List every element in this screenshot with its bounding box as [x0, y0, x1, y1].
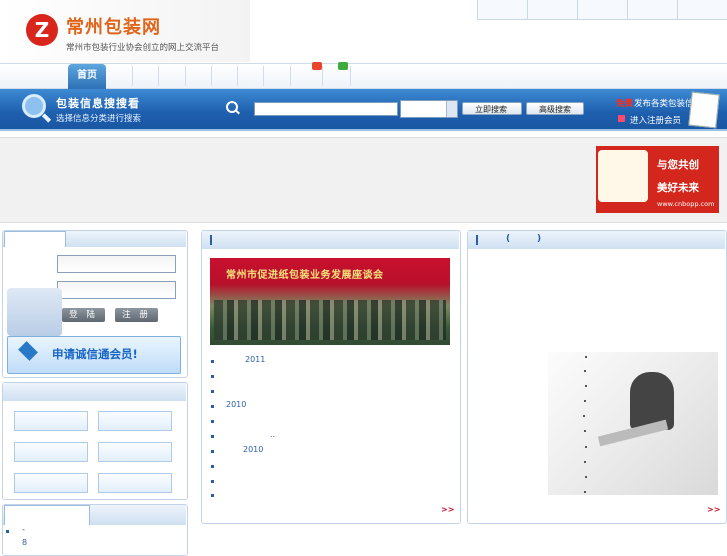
site-slogan: 常州市包装行业协会创立的网上交流平台 [66, 43, 220, 53]
chevron-down-icon[interactable] [446, 101, 457, 117]
news-photo-people [214, 300, 446, 340]
free-label[interactable]: 免费 [616, 97, 633, 109]
nav-item[interactable] [158, 66, 159, 86]
news-panel-header [202, 231, 459, 249]
list-item[interactable]: - [22, 525, 25, 534]
top-link[interactable] [577, 0, 627, 20]
category-button[interactable] [98, 411, 172, 431]
bullet-icon [211, 360, 214, 363]
list-dot [585, 476, 587, 478]
right-more-link[interactable]: >> [707, 505, 720, 514]
nav-item[interactable] [132, 66, 133, 86]
list-item[interactable]: 8 [22, 538, 27, 547]
search-title: 包装信息搜搜看 [56, 97, 140, 110]
list-dot [584, 461, 586, 463]
search-subtitle: 选择信息分类进行搜索 [56, 114, 142, 124]
right-header-paren-close: ) [537, 234, 542, 244]
list-dot [584, 430, 586, 432]
nav-item[interactable] [211, 66, 212, 86]
nav-item[interactable] [237, 66, 238, 86]
register-member-link[interactable]: 进入注册会员 [630, 114, 681, 126]
list-dot [585, 446, 587, 448]
bullet-icon [211, 375, 214, 378]
news-item[interactable]: 2010 [226, 400, 246, 409]
nav-item[interactable] [322, 66, 323, 86]
category-button[interactable] [98, 442, 172, 462]
news-photo-banner: 常州市促进纸包装业务发展座谈会 [226, 270, 384, 281]
list-dot [584, 491, 586, 493]
main-nav [0, 63, 727, 89]
register-button[interactable]: 注 册 [115, 308, 158, 322]
site-logo-icon[interactable]: Z [26, 14, 58, 46]
nav-item[interactable] [290, 66, 291, 86]
bullet-icon [211, 390, 214, 393]
handshake-icon [7, 288, 62, 336]
list-dot [584, 370, 586, 372]
category-panel-header [3, 383, 186, 401]
top-link[interactable] [677, 0, 727, 20]
header-bar-icon [476, 235, 478, 245]
bullet-icon [6, 530, 9, 533]
list-dot [584, 400, 586, 402]
search-input[interactable] [254, 102, 398, 116]
new-badge-icon [338, 62, 348, 70]
nav-tab-home[interactable]: 首页 [68, 64, 106, 90]
list-dot [583, 415, 585, 417]
header-bar-icon [210, 235, 212, 245]
top-link[interactable] [477, 0, 527, 20]
nav-item[interactable] [185, 66, 186, 86]
document-icon [688, 91, 720, 129]
news-item[interactable]: 2010 [243, 445, 263, 454]
arrow-icon [618, 115, 625, 122]
list-dot [585, 356, 587, 358]
bullet-icon [211, 494, 214, 497]
login-tab[interactable] [4, 231, 66, 247]
category-button[interactable] [98, 473, 172, 493]
ad-logo-icon [598, 150, 648, 202]
bullet-icon [211, 435, 214, 438]
bullet-icon [211, 405, 214, 408]
ad-url: www.cnbopp.com [657, 200, 715, 208]
search-bar-divider [0, 129, 727, 131]
password-input[interactable] [57, 281, 176, 299]
nav-item[interactable] [263, 66, 264, 86]
top-link[interactable] [527, 0, 577, 20]
join-member-label[interactable]: 申请诚信通会员! [52, 346, 138, 362]
bullet-icon [211, 450, 214, 453]
office-woman-figure [630, 372, 674, 430]
category-button[interactable] [14, 473, 88, 493]
nav-item[interactable] [350, 66, 351, 86]
category-select[interactable] [400, 100, 458, 118]
search-button[interactable]: 立即搜索 [462, 102, 522, 115]
news-item[interactable]: .. [270, 430, 275, 439]
ad-line2: 美好未来 [657, 182, 699, 194]
login-button[interactable]: 登 陆 [62, 308, 105, 322]
news-more-link[interactable]: >> [441, 505, 454, 514]
username-input[interactable] [57, 255, 176, 273]
ad-line1: 与您共创 [657, 159, 699, 171]
category-button[interactable] [14, 442, 88, 462]
advanced-search-button[interactable]: 高级搜索 [526, 102, 584, 115]
list-dot [585, 385, 587, 387]
top-link[interactable] [627, 0, 677, 20]
site-name[interactable]: 常州包装网 [66, 13, 161, 39]
bullet-icon [211, 420, 214, 423]
hot-badge-icon [312, 62, 322, 70]
category-button[interactable] [14, 411, 88, 431]
bullet-icon [211, 480, 214, 483]
news-item[interactable]: 2011 [245, 355, 265, 364]
top-links [477, 0, 727, 20]
bullet-icon [211, 465, 214, 468]
right-header-paren-open: ( [506, 234, 511, 244]
bottom-left-tab[interactable] [4, 505, 90, 525]
